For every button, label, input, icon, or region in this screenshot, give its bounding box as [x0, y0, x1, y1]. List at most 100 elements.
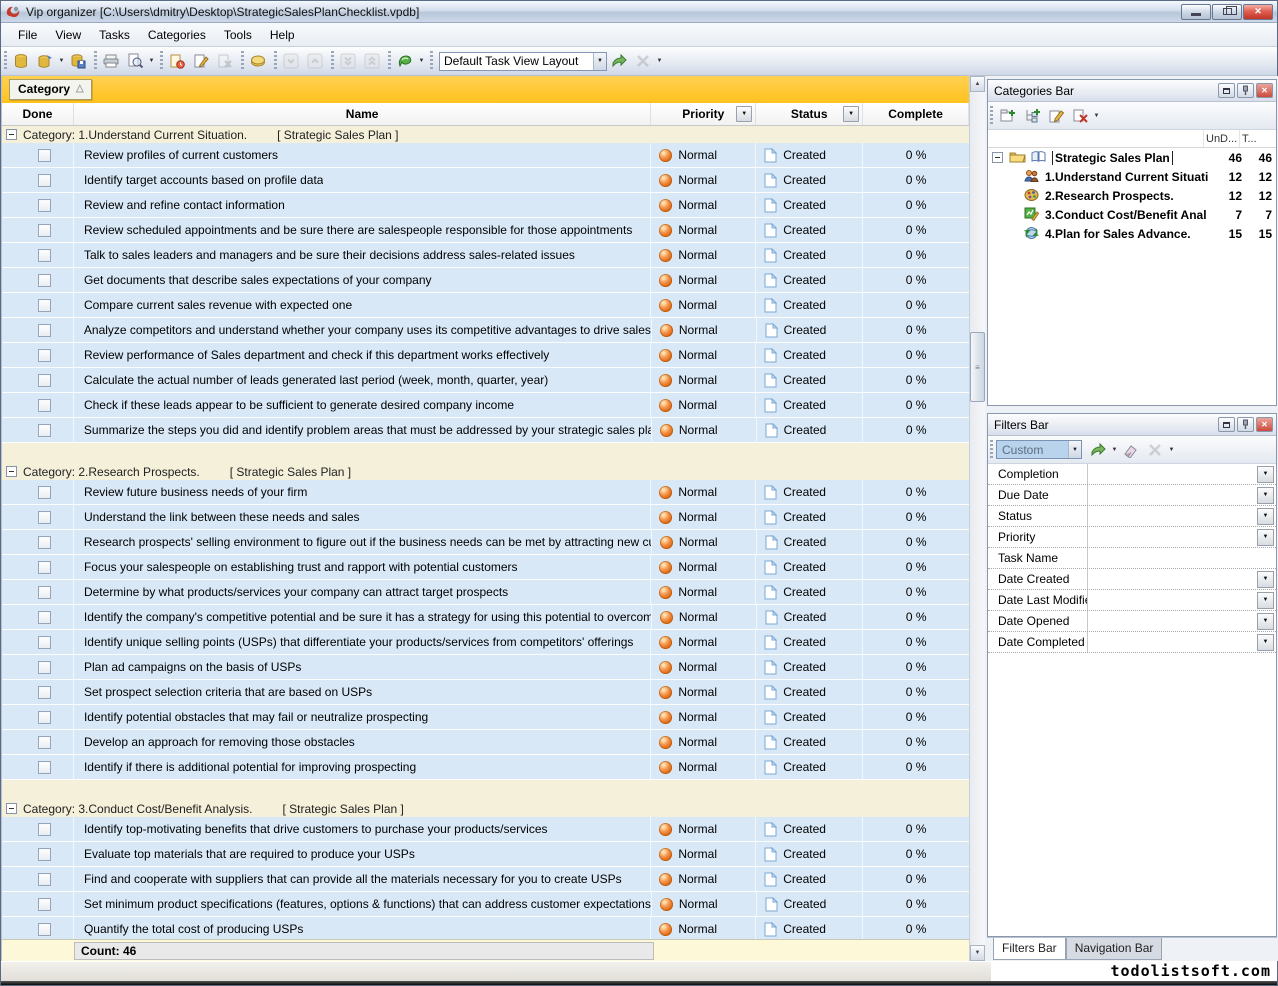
column-header-done[interactable]: Done	[2, 103, 74, 125]
table-row[interactable]: Review scheduled appointments and be sur…	[2, 218, 969, 243]
table-row[interactable]: Review and refine contact informationNor…	[2, 193, 969, 218]
open-database-icon[interactable]	[34, 50, 56, 72]
delete-category-icon[interactable]	[1069, 105, 1091, 127]
collapse-group-icon[interactable]	[6, 803, 17, 814]
task-done-checkbox[interactable]	[38, 923, 51, 936]
table-row[interactable]: Compare current sales revenue with expec…	[2, 293, 969, 318]
task-done-checkbox[interactable]	[38, 324, 51, 337]
dock-tab-filters-bar[interactable]: Filters Bar	[993, 938, 1066, 960]
filter-preset-combo[interactable]: Custom ▼	[996, 440, 1082, 459]
task-done-checkbox[interactable]	[38, 661, 51, 674]
category-tree-item[interactable]: 4.Plan for Sales Advance.1515	[988, 224, 1276, 243]
move-bottom-icon[interactable]	[337, 50, 359, 72]
category-tree-item[interactable]: Strategic Sales Plan4646	[988, 148, 1276, 167]
dock-tab-navigation-bar[interactable]: Navigation Bar	[1066, 938, 1163, 960]
task-done-checkbox[interactable]	[38, 249, 51, 262]
categories-close-button[interactable]: ✕	[1256, 83, 1273, 98]
categories-restore-button[interactable]	[1218, 83, 1235, 98]
task-done-checkbox[interactable]	[38, 424, 51, 437]
tree-column-undone[interactable]: UnD...	[1204, 130, 1240, 147]
table-row[interactable]: Find and cooperate with suppliers that c…	[2, 867, 969, 892]
category-group-row[interactable]: Category: 2.Research Prospects.[ Strateg…	[2, 463, 969, 480]
task-done-checkbox[interactable]	[38, 611, 51, 624]
menu-categories[interactable]: Categories	[139, 25, 215, 45]
table-row[interactable]: Set prospect selection criteria that are…	[2, 680, 969, 705]
filter-dropdown-icon[interactable]: ▼	[1257, 592, 1274, 609]
task-done-checkbox[interactable]	[38, 873, 51, 886]
filter-preset-dropdown-icon[interactable]: ▼	[1068, 441, 1081, 458]
menu-file[interactable]: File	[9, 25, 46, 45]
complete-task-icon[interactable]	[247, 50, 269, 72]
table-row[interactable]: Focus your salespeople on establishing t…	[2, 555, 969, 580]
table-row[interactable]: Identify if there is additional potentia…	[2, 755, 969, 780]
toolbar-overflow-icon[interactable]: ▼	[655, 58, 664, 64]
table-row[interactable]: Calculate the actual number of leads gen…	[2, 368, 969, 393]
table-row[interactable]: Review future business needs of your fir…	[2, 480, 969, 505]
task-done-checkbox[interactable]	[38, 486, 51, 499]
table-row[interactable]: Understand the link between these needs …	[2, 505, 969, 530]
task-done-checkbox[interactable]	[38, 224, 51, 237]
move-up-icon[interactable]	[304, 50, 326, 72]
table-row[interactable]: Summarize the steps you did and identify…	[2, 418, 969, 443]
collapse-group-icon[interactable]	[6, 129, 17, 140]
column-header-priority[interactable]: Priority ▼	[651, 103, 756, 125]
task-done-checkbox[interactable]	[38, 686, 51, 699]
task-done-checkbox[interactable]	[38, 898, 51, 911]
table-row[interactable]: Plan ad campaigns on the basis of USPsNo…	[2, 655, 969, 680]
scroll-up-icon[interactable]: ▲	[970, 76, 985, 92]
task-done-checkbox[interactable]	[38, 711, 51, 724]
delete-filter-icon[interactable]	[1144, 439, 1166, 461]
filters-restore-button[interactable]	[1218, 417, 1235, 432]
task-done-checkbox[interactable]	[38, 374, 51, 387]
filters-toolbar-overflow-icon[interactable]: ▼	[1167, 447, 1176, 453]
table-row[interactable]: Identify unique selling points (USPs) th…	[2, 630, 969, 655]
menu-help[interactable]: Help	[261, 25, 304, 45]
menu-tools[interactable]: Tools	[215, 25, 261, 45]
move-top-icon[interactable]	[361, 50, 383, 72]
print-preview-dropdown-icon[interactable]: ▼	[147, 58, 156, 64]
table-row[interactable]: Evaluate top materials that are required…	[2, 842, 969, 867]
delete-layout-icon[interactable]	[632, 50, 654, 72]
open-database-dropdown-icon[interactable]: ▼	[57, 58, 66, 64]
category-tree-item[interactable]: 1.Understand Current Situati1212	[988, 167, 1276, 186]
task-done-checkbox[interactable]	[38, 299, 51, 312]
menu-tasks[interactable]: Tasks	[90, 25, 139, 45]
column-header-status[interactable]: Status ▼	[756, 103, 863, 125]
table-row[interactable]: Quantify the total cost of producing USP…	[2, 917, 969, 939]
table-row[interactable]: Talk to sales leaders and managers and b…	[2, 243, 969, 268]
filter-dropdown-icon[interactable]: ▼	[1257, 529, 1274, 546]
edit-task-icon[interactable]	[190, 50, 212, 72]
table-row[interactable]: Get documents that describe sales expect…	[2, 268, 969, 293]
table-row[interactable]: Research prospects' selling environment …	[2, 530, 969, 555]
collapse-group-icon[interactable]	[6, 466, 17, 477]
new-task-icon[interactable]	[166, 50, 188, 72]
category-tree-item[interactable]: 2.Research Prospects.1212	[988, 186, 1276, 205]
task-done-checkbox[interactable]	[38, 274, 51, 287]
task-done-checkbox[interactable]	[38, 536, 51, 549]
task-done-checkbox[interactable]	[38, 736, 51, 749]
table-row[interactable]: Identify the company's competitive poten…	[2, 605, 969, 630]
layout-combo-dropdown-icon[interactable]: ▼	[593, 53, 606, 70]
priority-filter-dropdown-icon[interactable]: ▼	[736, 106, 752, 122]
category-group-row[interactable]: Category: 1.Understand Current Situation…	[2, 126, 969, 143]
scrollbar-track[interactable]: ≡	[970, 92, 985, 945]
move-down-icon[interactable]	[280, 50, 302, 72]
task-done-checkbox[interactable]	[38, 149, 51, 162]
task-done-checkbox[interactable]	[38, 174, 51, 187]
category-tree-item[interactable]: 3.Conduct Cost/Benefit Anal77	[988, 205, 1276, 224]
task-done-checkbox[interactable]	[38, 511, 51, 524]
table-row[interactable]: Check if these leads appear to be suffic…	[2, 393, 969, 418]
close-button[interactable]: ✕	[1243, 4, 1273, 20]
task-done-checkbox[interactable]	[38, 761, 51, 774]
scrollbar-thumb[interactable]: ≡	[970, 332, 985, 402]
status-filter-dropdown-icon[interactable]: ▼	[843, 106, 859, 122]
column-header-complete[interactable]: Complete	[863, 103, 969, 125]
grid-vertical-scrollbar[interactable]: ▲ ≡ ▼	[969, 76, 985, 961]
table-row[interactable]: Identify top-motivating benefits that dr…	[2, 817, 969, 842]
task-done-checkbox[interactable]	[38, 586, 51, 599]
save-database-icon[interactable]	[67, 50, 89, 72]
restore-button[interactable]	[1212, 4, 1242, 20]
tree-column-total[interactable]: T...	[1240, 130, 1276, 147]
table-row[interactable]: Review profiles of current customersNorm…	[2, 143, 969, 168]
filters-close-button[interactable]: ✕	[1256, 417, 1273, 432]
